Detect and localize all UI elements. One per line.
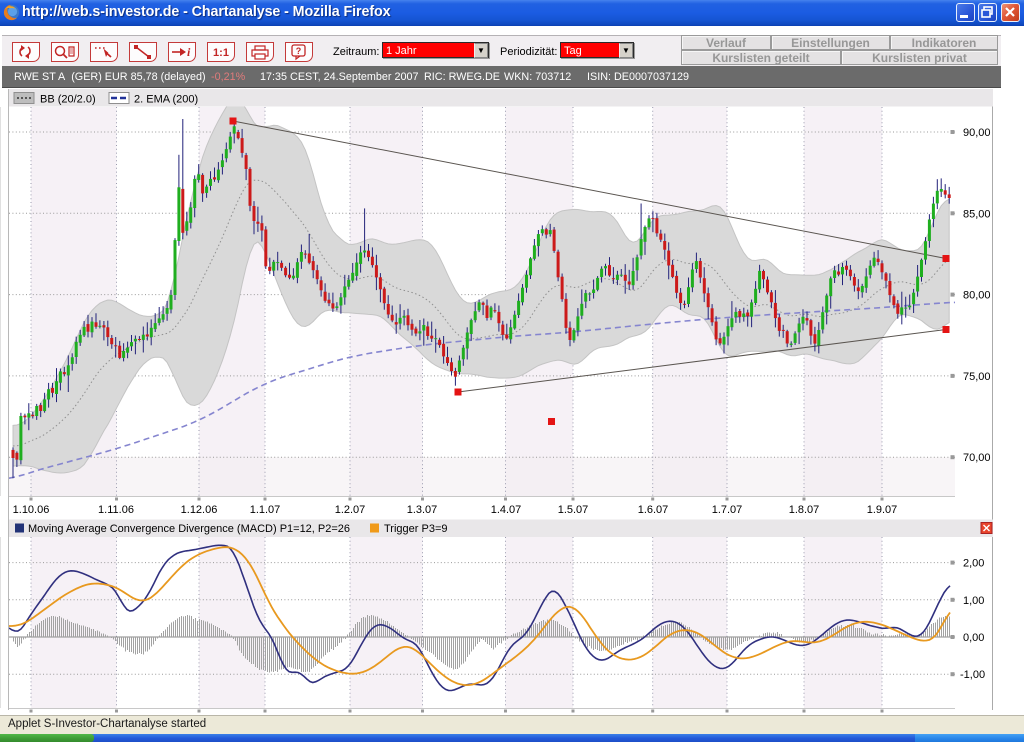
svg-text:2. EMA (200): 2. EMA (200) xyxy=(134,94,198,106)
svg-text:2,00: 2,00 xyxy=(963,558,984,570)
svg-text:75,00: 75,00 xyxy=(963,371,991,383)
svg-text:80,00: 80,00 xyxy=(963,290,991,302)
svg-text:1.9.07: 1.9.07 xyxy=(867,504,898,516)
svg-text:i: i xyxy=(187,45,191,59)
svg-text:1.12.06: 1.12.06 xyxy=(181,504,218,516)
svg-text:1.8.07: 1.8.07 xyxy=(789,504,820,516)
svg-text:Moving Average Convergence Div: Moving Average Convergence Divergence (M… xyxy=(28,523,350,535)
svg-text:1.4.07: 1.4.07 xyxy=(491,504,522,516)
svg-text:1:1: 1:1 xyxy=(213,47,229,59)
svg-text:70,00: 70,00 xyxy=(963,452,991,464)
svg-text:-1,00: -1,00 xyxy=(960,669,985,681)
svg-text:1.6.07: 1.6.07 xyxy=(638,504,669,516)
svg-text:1.11.06: 1.11.06 xyxy=(98,504,134,516)
svg-text:1,00: 1,00 xyxy=(963,595,984,607)
svg-text:0,00: 0,00 xyxy=(963,632,984,644)
svg-text:1.3.07: 1.3.07 xyxy=(407,504,438,516)
svg-text:1.5.07: 1.5.07 xyxy=(558,504,589,516)
svg-text:BB (20/2.0): BB (20/2.0) xyxy=(40,94,96,106)
svg-text:Trigger P3=9: Trigger P3=9 xyxy=(384,523,448,535)
svg-text:?: ? xyxy=(296,46,302,56)
svg-text:1.10.06: 1.10.06 xyxy=(13,504,50,516)
svg-text:1.2.07: 1.2.07 xyxy=(335,504,366,516)
svg-text:1.7.07: 1.7.07 xyxy=(712,504,743,516)
svg-text:90,00: 90,00 xyxy=(963,127,991,139)
svg-text:1.1.07: 1.1.07 xyxy=(250,504,281,516)
svg-text:85,00: 85,00 xyxy=(963,208,991,220)
